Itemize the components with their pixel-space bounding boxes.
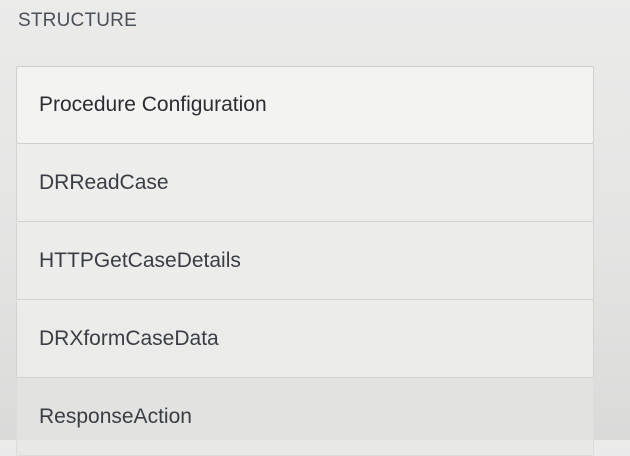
- structure-item-responseaction[interactable]: ResponseAction: [16, 378, 594, 456]
- structure-item-drxformcasedata[interactable]: DRXformCaseData: [16, 300, 594, 378]
- structure-item-httpgetcasedetails[interactable]: HTTPGetCaseDetails: [16, 222, 594, 300]
- structure-panel: STRUCTURE Procedure Configuration DRRead…: [0, 0, 630, 456]
- structure-item-procedure-configuration[interactable]: Procedure Configuration: [16, 66, 594, 144]
- structure-item-drreadcase[interactable]: DRReadCase: [16, 144, 594, 222]
- structure-list: Procedure Configuration DRReadCase HTTPG…: [16, 66, 594, 456]
- structure-section-title: STRUCTURE: [18, 10, 137, 31]
